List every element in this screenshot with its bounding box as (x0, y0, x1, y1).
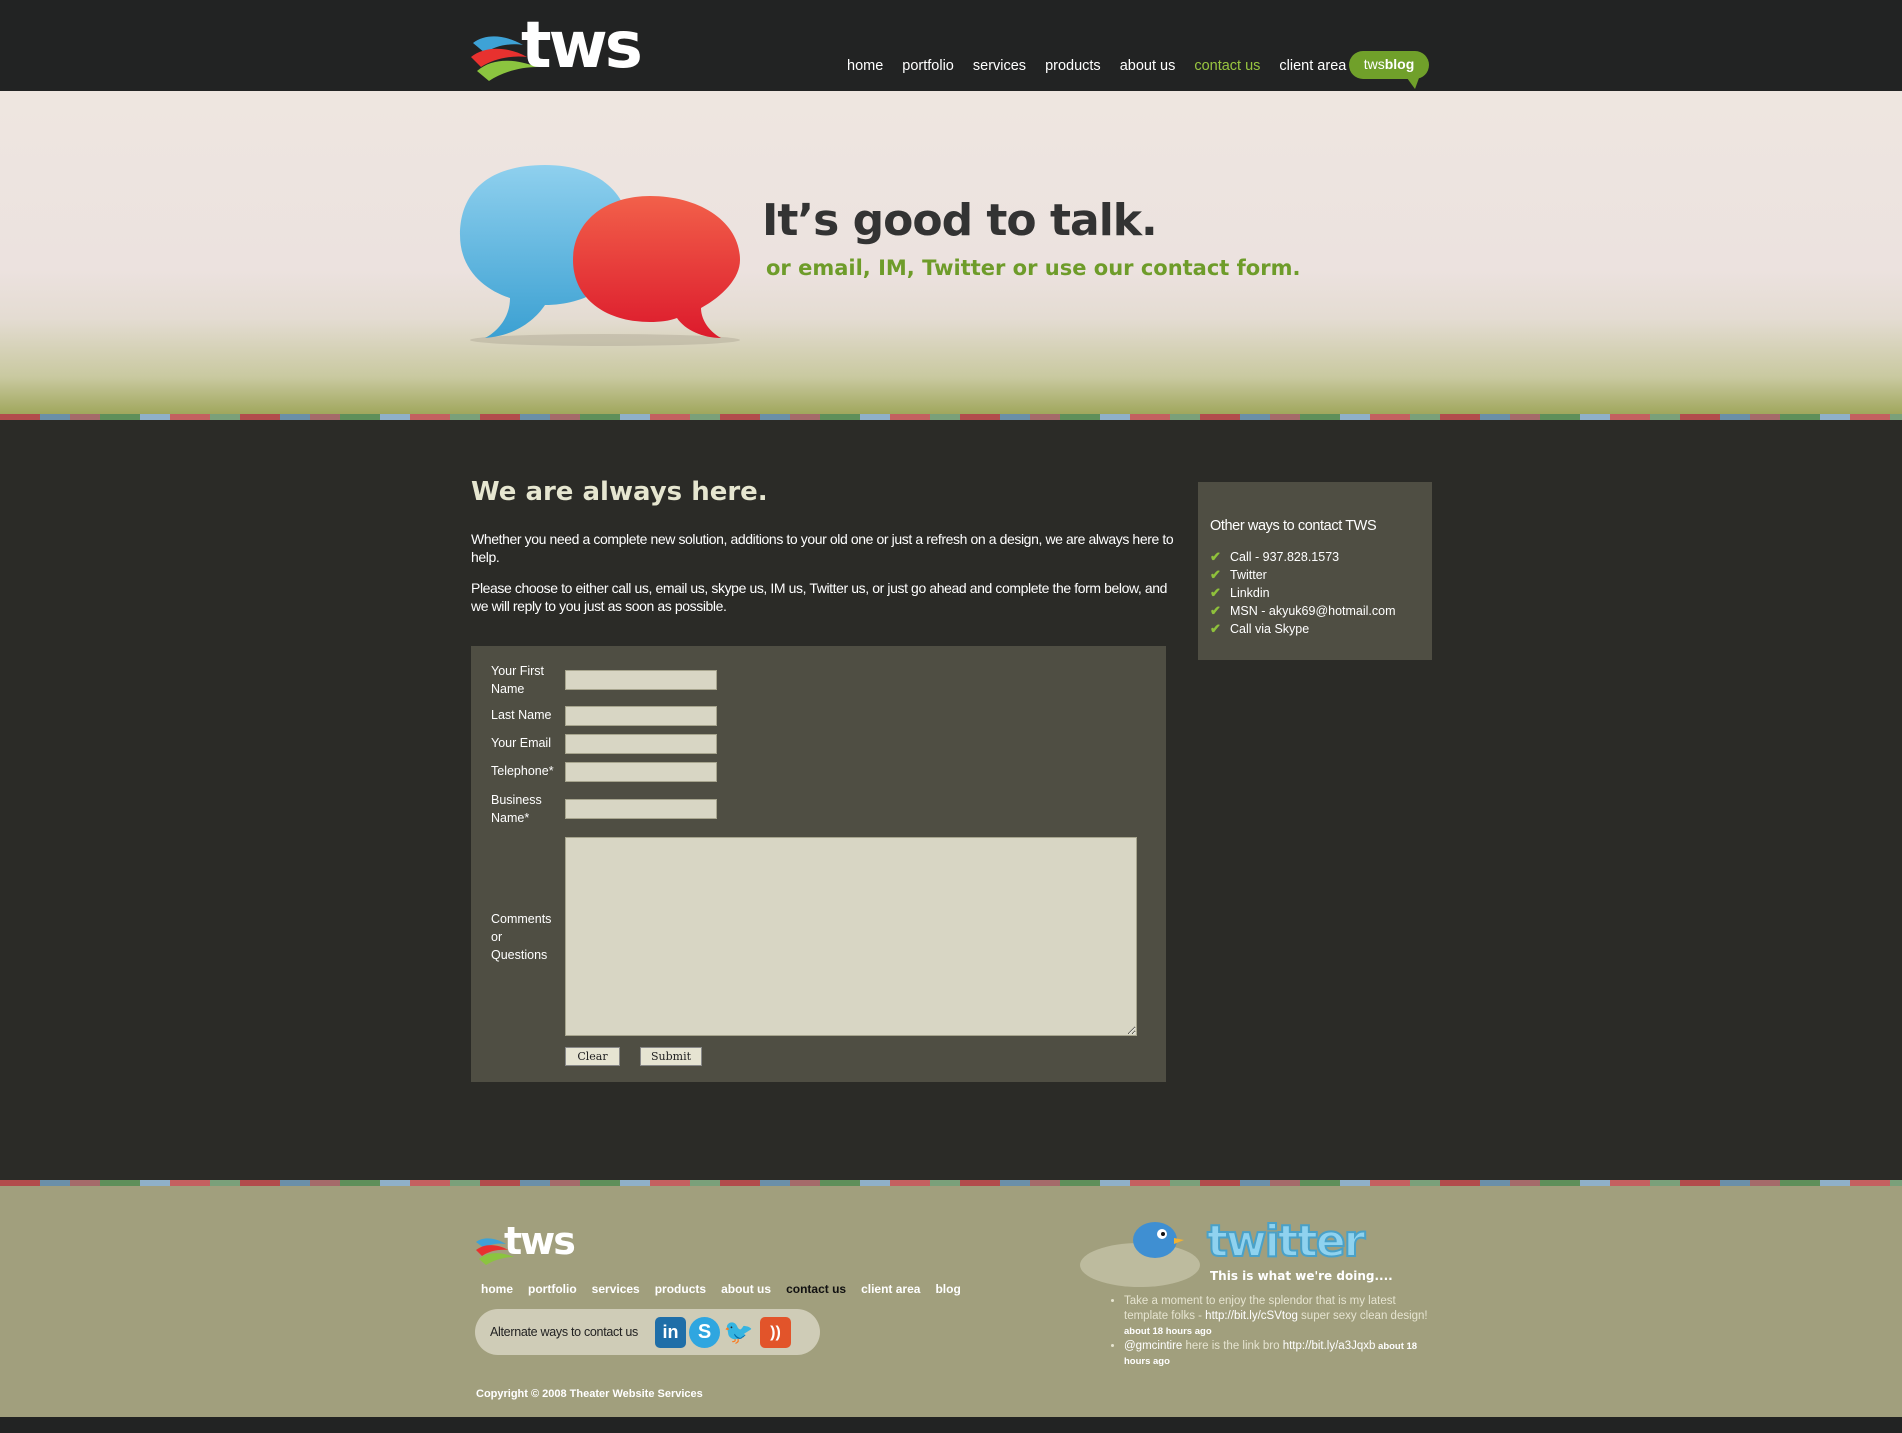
tweet-item: @gmcintire here is the link bro http://b… (1124, 1339, 1430, 1369)
intro-paragraph: Whether you need a complete new solution… (471, 531, 1174, 565)
hero-subline: or email, IM, Twitter or use our contact… (766, 256, 1301, 280)
svg-text:tws: tws (504, 1219, 574, 1263)
contact-skype-link[interactable]: Call via Skype (1230, 620, 1309, 638)
contact-call-label: Call - 937.828.1573 (1230, 550, 1340, 564)
footer-nav-home[interactable]: home (481, 1282, 513, 1296)
twitter-wordmark: twitter (1206, 1215, 1366, 1268)
clear-button[interactable]: Clear (565, 1047, 620, 1066)
tweet-text: super sexy clean design! (1297, 1310, 1428, 1322)
footer-nav-services[interactable]: services (592, 1282, 640, 1296)
contact-twitter[interactable]: ✔ Twitter (1210, 566, 1396, 584)
tweet-link[interactable]: http://bit.ly/cSVtog (1205, 1310, 1298, 1322)
nav-client-area[interactable]: client area (1279, 58, 1346, 74)
section-title: We are always here. (471, 477, 768, 507)
main-nav: home portfolio services products about u… (847, 58, 1365, 74)
hero-headline: It’s good to talk. (762, 195, 1158, 246)
other-contact-box: Other ways to contact TWS ✔ Call - 937.82… (1198, 482, 1432, 660)
footer-nav-blog[interactable]: blog (935, 1282, 960, 1296)
decorative-stripe (0, 414, 1902, 420)
instructions-paragraph: Please choose to either call us, email u… (471, 580, 1168, 614)
checkmark-icon: ✔ (1210, 549, 1221, 564)
twitter-bird-icon (1080, 1222, 1200, 1287)
alternate-contact-text: Alternate ways to contact us (490, 1325, 638, 1339)
footer-tws-logo[interactable]: tws (476, 1216, 596, 1270)
checkmark-icon: ✔ (1210, 585, 1221, 600)
alternate-contact-bar: Alternate ways to contact us in S 🐦 )) (475, 1309, 820, 1355)
nav-about-us[interactable]: about us (1120, 58, 1176, 74)
other-contact-list: ✔ Call - 937.828.1573 ✔ Twitter ✔ Linkdin ✔… (1210, 548, 1396, 638)
rss-icon[interactable]: )) (760, 1317, 791, 1348)
checkmark-icon: ✔ (1210, 603, 1221, 618)
first-name-label: Your First Name (491, 664, 545, 696)
email-label: Your Email (491, 736, 551, 750)
contact-twitter-link[interactable]: Twitter (1230, 566, 1267, 584)
contact-linkedin[interactable]: ✔ Linkdin (1210, 584, 1396, 602)
twitter-subtitle: This is what we're doing.... (1210, 1269, 1393, 1283)
contact-msn: ✔ MSN - akyuk69@hotmail.com (1210, 602, 1396, 620)
linkedin-icon[interactable]: in (655, 1317, 686, 1348)
comments-textarea[interactable] (565, 837, 1137, 1036)
business-name-label: Business Name* (491, 793, 542, 825)
telephone-field[interactable] (565, 762, 717, 782)
nav-home[interactable]: home (847, 58, 883, 74)
tweet-text: here is the link bro (1182, 1340, 1283, 1352)
skype-icon[interactable]: S (689, 1317, 720, 1348)
nav-portfolio[interactable]: portfolio (902, 58, 954, 74)
copyright: Copyright © 2008 Theater Website Service… (476, 1388, 703, 1400)
svg-text:tws: tws (521, 9, 641, 83)
contact-form: Your First Name Last Name Your Email Tel… (471, 646, 1166, 1082)
telephone-label: Telephone* (491, 764, 554, 778)
last-name-label: Last Name (491, 708, 552, 722)
twitter-bird-icon[interactable]: 🐦 (723, 1317, 754, 1348)
tweet-list: Take a moment to enjoy the splendor that… (1110, 1294, 1430, 1369)
nav-contact-us[interactable]: contact us (1194, 58, 1260, 74)
footer-nav-about-us[interactable]: about us (721, 1282, 771, 1296)
bottom-bar (0, 1417, 1902, 1433)
tweet-time: about 18 hours ago (1124, 1326, 1212, 1337)
tws-blog-button[interactable]: twsblog (1349, 51, 1429, 89)
nav-services[interactable]: services (973, 58, 1026, 74)
site-footer (0, 1186, 1902, 1417)
checkmark-icon: ✔ (1210, 621, 1221, 636)
contact-linkedin-link[interactable]: Linkdin (1230, 584, 1270, 602)
footer-nav-portfolio[interactable]: portfolio (528, 1282, 577, 1296)
tweet-item: Take a moment to enjoy the splendor that… (1124, 1294, 1430, 1339)
tweet-link[interactable]: http://bit.ly/a3Jqxb (1283, 1340, 1376, 1352)
other-contact-title: Other ways to contact TWS (1210, 518, 1377, 534)
hero-banner (0, 91, 1902, 416)
email-field[interactable] (565, 734, 717, 754)
footer-nav: home portfolio services products about u… (481, 1282, 976, 1296)
submit-button[interactable]: Submit (640, 1047, 702, 1066)
tweet-handle[interactable]: @gmcintire (1124, 1340, 1182, 1352)
first-name-field[interactable] (565, 670, 717, 690)
last-name-field[interactable] (565, 706, 717, 726)
footer-nav-contact-us[interactable]: contact us (786, 1282, 846, 1296)
comments-label: Comments or Questions (491, 912, 552, 962)
blog-button-label: blog (1384, 56, 1415, 72)
contact-call: ✔ Call - 937.828.1573 (1210, 548, 1396, 566)
footer-nav-client-area[interactable]: client area (861, 1282, 920, 1296)
contact-msn-label: MSN - akyuk69@hotmail.com (1230, 604, 1396, 618)
speech-bubbles-icon (455, 160, 755, 364)
site-header: tws home portfolio services products abo… (0, 0, 1902, 91)
blog-button-prefix: tws (1363, 56, 1385, 72)
nav-products[interactable]: products (1045, 58, 1101, 74)
business-name-field[interactable] (565, 799, 717, 819)
tws-logo[interactable]: tws (471, 5, 671, 85)
footer-nav-products[interactable]: products (655, 1282, 706, 1296)
contact-skype[interactable]: ✔ Call via Skype (1210, 620, 1396, 638)
checkmark-icon: ✔ (1210, 567, 1221, 582)
